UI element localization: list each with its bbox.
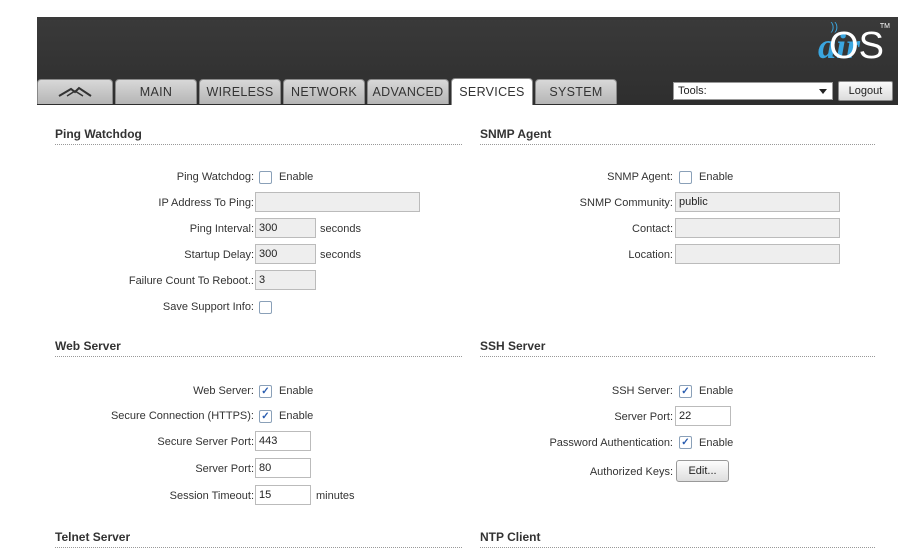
tab-network[interactable]: NETWORK [283,79,365,104]
snmp-community-input[interactable]: public [675,192,840,212]
ping-interval-unit: seconds [320,223,361,235]
tools-select[interactable]: Tools: [673,82,833,100]
snmp-community-label: SNMP Community: [579,197,673,209]
section-divider [55,144,462,145]
server-port-label: Server Port: [195,463,254,475]
password-auth-checkbox[interactable]: ✓ [679,436,692,449]
snmp-agent-title: SNMP Agent [480,127,552,141]
section-divider [480,144,875,145]
ping-interval-input[interactable]: 300 [255,218,316,238]
save-support-info-checkbox[interactable] [259,301,272,314]
session-timeout-unit: minutes [316,490,355,502]
startup-delay-input[interactable]: 300 [255,244,316,264]
ubiquiti-logo-icon [58,86,92,97]
snmp-contact-input[interactable] [675,218,840,238]
tab-services[interactable]: SERVICES [451,78,533,105]
ip-to-ping-input[interactable] [255,192,420,212]
ssh-server-enable-label: Enable [699,385,734,397]
snmp-location-input[interactable] [675,244,840,264]
logout-button[interactable]: Logout [838,81,893,101]
web-server-label: Web Server: [193,385,254,397]
main-tabs: MAIN WIRELESS NETWORK ADVANCED SERVICES … [37,78,619,105]
section-divider [480,356,875,357]
snmp-agent-checkbox[interactable] [679,171,692,184]
ntp-client-title: NTP Client [480,530,541,544]
ping-interval-label: Ping Interval: [189,223,254,235]
ping-watchdog-checkbox[interactable] [259,171,272,184]
ssh-server-label: SSH Server: [611,385,673,397]
section-divider [55,356,462,357]
https-enable-label: Enable [279,410,314,422]
ssh-port-label: Server Port: [614,411,673,423]
ping-watchdog-label: Ping Watchdog: [176,171,254,183]
session-timeout-input[interactable]: 15 [255,485,311,505]
tab-wireless[interactable]: WIRELESS [199,79,281,104]
edit-keys-button[interactable]: Edit... [676,460,729,482]
https-checkbox[interactable]: ✓ [259,410,272,423]
snmp-location-label: Location: [628,249,673,261]
startup-delay-label: Startup Delay: [184,249,254,261]
secure-server-port-input[interactable]: 443 [255,431,311,451]
snmp-agent-enable-label: Enable [699,171,734,183]
ssh-port-input[interactable]: 22 [675,406,731,426]
section-divider [55,547,462,548]
session-timeout-label: Session Timeout: [169,490,254,502]
web-server-enable-label: Enable [279,385,314,397]
tab-system[interactable]: SYSTEM [535,79,617,104]
tab-advanced[interactable]: ADVANCED [367,79,449,104]
tab-ubiquiti-logo[interactable] [37,79,113,104]
secure-server-port-label: Secure Server Port: [157,436,254,448]
ip-to-ping-label: IP Address To Ping: [158,197,254,209]
snmp-agent-label: SNMP Agent: [607,171,673,183]
chevron-down-icon [819,89,827,94]
web-server-title: Web Server [55,339,121,353]
failure-count-label: Failure Count To Reboot.: [128,275,254,287]
web-server-checkbox[interactable]: ✓ [259,385,272,398]
snmp-contact-label: Contact: [632,223,673,235]
password-auth-enable-label: Enable [699,437,734,449]
ssh-server-title: SSH Server [480,339,546,353]
ping-watchdog-title: Ping Watchdog [55,127,142,141]
tab-main[interactable]: MAIN [115,79,197,104]
password-auth-label: Password Authentication: [549,437,673,449]
ping-watchdog-enable-label: Enable [279,171,314,183]
section-divider [480,547,875,548]
save-support-info-label: Save Support Info: [162,301,254,313]
server-port-input[interactable]: 80 [255,458,311,478]
failure-count-input[interactable]: 3 [255,270,316,290]
ssh-server-checkbox[interactable]: ✓ [679,385,692,398]
telnet-server-title: Telnet Server [55,530,131,544]
https-label: Secure Connection (HTTPS): [110,410,254,422]
authorized-keys-label: Authorized Keys: [589,466,673,478]
startup-delay-unit: seconds [320,249,361,261]
